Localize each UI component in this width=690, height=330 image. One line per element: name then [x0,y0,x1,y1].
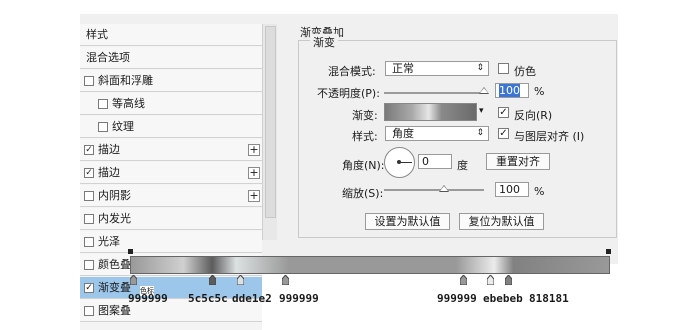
select-arrow-icon: ⇕ [476,128,484,138]
angle-label: 角度(N): [342,159,385,172]
style-list-item[interactable]: 纹理 [80,116,262,138]
style-value: 角度 [392,127,414,140]
select-arrow-icon: ⇕ [476,63,484,73]
style-list-item[interactable]: ✓ 描边 + [80,139,262,161]
color-stop[interactable] [505,275,512,285]
stop-color-code: 818181 [529,292,569,305]
opacity-stop-left[interactable] [128,249,133,254]
style-list-item[interactable]: 样式 [80,24,262,46]
style-checkbox[interactable] [84,76,94,86]
style-checkbox[interactable] [84,260,94,270]
reverse-label: 反向(R) [514,109,553,122]
style-checkbox[interactable] [84,237,94,247]
reset-align-button[interactable]: 重置对齐 [486,153,550,170]
style-list-item[interactable]: 等高线 [80,93,262,115]
style-list-item-label: 颜色叠 [98,258,131,271]
scale-unit: % [534,185,545,198]
scrollbar-thumb[interactable] [265,26,276,218]
scale-input[interactable]: 100 [495,182,529,197]
stop-color-code: 5c5c5c [188,292,228,305]
blend-mode-label: 混合模式: [328,65,376,78]
set-default-button[interactable]: 设置为默认值 [365,213,450,230]
dither-label: 仿色 [514,65,536,78]
style-list-item-label: 描边 [98,143,120,156]
color-stop[interactable] [282,275,289,285]
color-stop[interactable] [130,275,137,285]
style-list-item-label: 样式 [86,28,108,41]
style-checkbox[interactable]: ✓ [84,168,94,178]
gradient-preview[interactable] [384,103,477,121]
style-list-item-label: 等高线 [112,97,145,110]
style-checkbox[interactable] [84,191,94,201]
stop-color-code: ebebeb [483,292,523,305]
style-list-item-label: 内发光 [98,212,131,225]
style-list-item[interactable]: 内阴影 + [80,185,262,207]
style-list-item-label: 内阴影 [98,189,131,202]
style-list-item[interactable]: 斜面和浮雕 [80,70,262,92]
stop-color-code: 999999 [128,292,168,305]
add-effect-icon[interactable]: + [248,190,260,202]
align-label: 与图层对齐 (I) [514,130,585,143]
blend-mode-value: 正常 [392,62,414,75]
blend-mode-select[interactable]: 正常 ⇕ [385,61,489,76]
style-checkbox[interactable] [84,306,94,316]
opacity-input[interactable]: 100 [495,83,529,98]
style-list-item-label: 描边 [98,166,120,179]
opacity-slider-handle[interactable] [479,87,489,94]
style-list-item-label: 渐变叠 [98,281,131,294]
opacity-stop-right[interactable] [606,249,611,254]
reverse-checkbox[interactable]: ✓ [498,107,509,118]
scale-label: 缩放(S): [342,187,384,200]
style-list-item-label: 图案叠 [98,304,131,317]
gradient-dropdown-icon[interactable]: ▾ [479,106,484,116]
opacity-slider[interactable] [384,92,484,94]
color-stop[interactable] [237,275,244,285]
align-checkbox[interactable]: ✓ [498,128,509,139]
stop-color-code: 999999 [437,292,477,305]
angle-input[interactable]: 0 [418,154,452,169]
opacity-label: 不透明度(P): [317,87,380,100]
style-list-item[interactable]: 光泽 [80,231,262,253]
angle-dial-center [397,160,401,164]
gradient-label: 渐变: [352,109,378,122]
style-checkbox[interactable] [84,214,94,224]
gradient-editor-bar[interactable] [130,256,610,274]
reset-default-button[interactable]: 复位为默认值 [459,213,544,230]
angle-unit: 度 [457,159,468,172]
add-effect-icon[interactable]: + [248,144,260,156]
color-stop[interactable] [209,275,216,285]
style-list-item-label: 混合选项 [86,51,130,64]
style-checkbox[interactable]: ✓ [84,283,94,293]
style-checkbox[interactable] [98,99,108,109]
style-checkbox[interactable] [98,122,108,132]
angle-dial[interactable] [384,147,415,178]
style-list-item-label: 纹理 [112,120,134,133]
style-list-item[interactable]: ✓ 描边 + [80,162,262,184]
scale-slider[interactable] [384,189,484,191]
color-stop[interactable] [460,275,467,285]
group-title: 渐变 [310,34,338,50]
style-list-item-label: 斜面和浮雕 [98,74,153,87]
style-list-item-label: 光泽 [98,235,120,248]
dither-checkbox[interactable] [498,63,509,74]
opacity-unit: % [534,85,545,98]
style-label: 样式: [352,130,378,143]
style-list-scrollbar[interactable] [262,24,277,240]
color-stop[interactable] [487,275,494,285]
stop-color-code: 999999 [279,292,319,305]
style-list-item[interactable]: 内发光 [80,208,262,230]
style-list-item[interactable]: 混合选项 [80,47,262,69]
scale-slider-handle[interactable] [439,185,449,192]
style-checkbox[interactable]: ✓ [84,145,94,155]
add-effect-icon[interactable]: + [248,167,260,179]
stop-color-code: dde1e2 [232,292,272,305]
style-select[interactable]: 角度 ⇕ [385,126,489,141]
